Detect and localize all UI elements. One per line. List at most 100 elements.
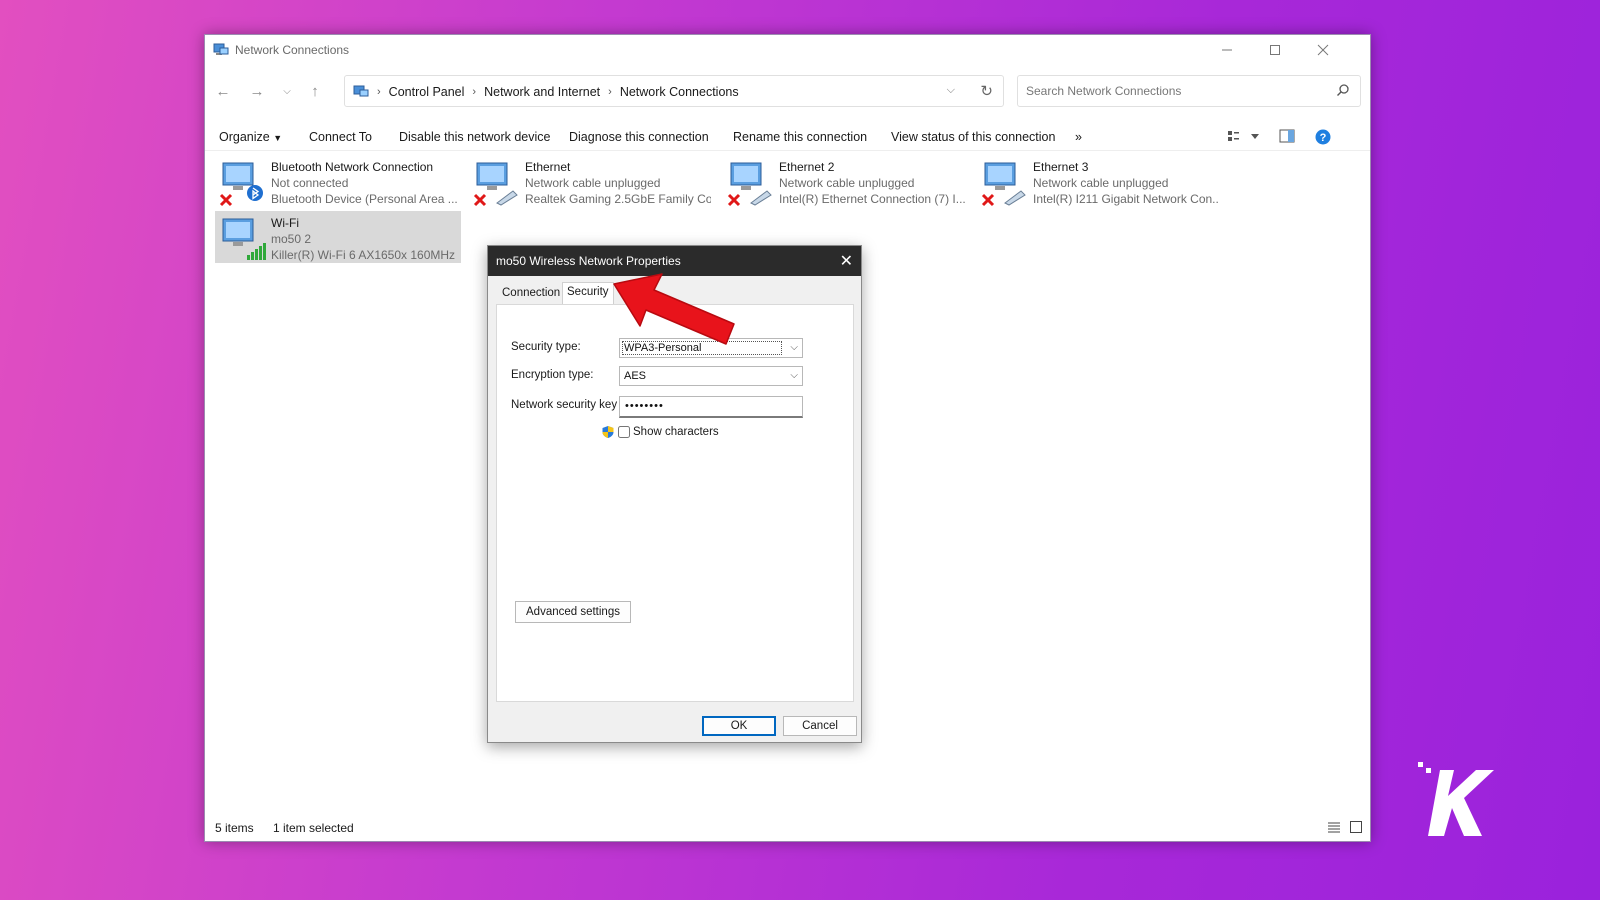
security-tab-panel: Security type: WPA3-Personal ⌵ Encryptio… [496,304,854,702]
connect-to-button[interactable]: Connect To [309,130,372,144]
connection-name: Ethernet 3 [1033,160,1089,174]
address-dropdown-button[interactable]: ⌵ [947,84,955,97]
maximize-button[interactable] [1253,39,1297,61]
connection-text: Wi-Fi mo50 2 Killer(R) Wi-Fi 6 AX1650x 1… [271,215,457,263]
encryption-type-select[interactable]: AES ⌵ [619,366,803,386]
connection-status: Network cable unplugged [779,176,915,190]
help-icon: ? [1315,129,1331,145]
disable-device-button[interactable]: Disable this network device [399,130,550,144]
breadcrumb-control-panel[interactable]: Control Panel [389,85,465,99]
large-icons-view-button[interactable] [1349,820,1363,837]
cancel-button[interactable]: Cancel [783,716,857,736]
refresh-icon: ↻ [980,83,993,100]
tab-security[interactable]: Security [562,282,614,305]
disconnected-x-icon [219,193,233,207]
show-characters-checkbox[interactable] [618,426,630,438]
change-view-button[interactable] [1227,129,1263,146]
svg-text:?: ? [1320,132,1327,144]
close-window-button[interactable] [1301,39,1345,61]
rename-button[interactable]: Rename this connection [733,130,867,144]
advanced-settings-button[interactable]: Advanced settings [515,601,631,623]
disconnected-x-icon [727,193,741,207]
connection-name: Bluetooth Network Connection [271,160,434,174]
security-type-label: Security type: [511,341,581,353]
ethernet-cable-icon [1004,190,1026,206]
arrow-up-icon: ↑ [311,82,319,100]
arrow-right-icon: → [249,82,265,100]
connection-status: mo50 2 [271,232,312,246]
search-input[interactable] [1026,83,1316,99]
encryption-type-label: Encryption type: [511,369,594,381]
breadcrumb: › Control Panel › Network and Internet ›… [353,84,739,100]
chevron-right-icon: › [377,86,381,98]
view-status-button[interactable]: View status of this connection [891,130,1055,144]
ethernet-cable-icon [750,190,772,206]
network-key-label: Network security key [511,399,618,411]
connection-text: Ethernet Network cable unplugged Realtek… [525,159,711,207]
large-icons-view-icon [1350,821,1362,833]
close-icon [1317,44,1329,56]
recent-locations-button[interactable]: ⌵ [275,81,299,101]
tab-connection[interactable]: Connection [498,284,564,304]
connection-device: Intel(R) Ethernet Connection (7) I... [779,192,965,206]
title-bar: Network Connections [205,35,1370,65]
more-commands-button[interactable]: » [1075,130,1082,144]
breadcrumb-network-and-internet[interactable]: Network and Internet [484,85,600,99]
organize-menu[interactable]: Organize ▼ [219,130,282,144]
connection-text: Bluetooth Network Connection Not connect… [271,159,457,207]
minimize-button[interactable] [1205,39,1249,61]
organize-label: Organize [219,130,270,144]
command-bar: Organize ▼ Connect To Disable this netwo… [205,123,1370,151]
connection-item-wifi[interactable]: Wi-Fi mo50 2 Killer(R) Wi-Fi 6 AX1650x 1… [215,211,461,263]
close-icon: ✕ [839,253,853,270]
address-row: ← → ⌵ ↑ › Control Panel › Network and In… [205,73,1370,109]
item-count: 5 items [215,821,254,835]
control-panel-icon [353,85,369,97]
connection-item-ethernet-3[interactable]: Ethernet 3 Network cable unplugged Intel… [977,155,1223,207]
connection-device: Bluetooth Device (Personal Area ... [271,192,457,206]
connection-item-bluetooth[interactable]: Bluetooth Network Connection Not connect… [215,155,461,207]
minimize-icon [1222,49,1232,51]
network-key-input[interactable]: •••••••• [619,396,803,418]
breadcrumb-network-connections[interactable]: Network Connections [620,85,739,99]
status-bar: 5 items 1 item selected [205,815,1370,841]
wifi-signal-icon [247,243,266,260]
network-adapter-icon [727,159,775,207]
back-button[interactable]: ← [211,81,235,101]
help-button[interactable]: ? [1315,129,1331,148]
connection-text: Ethernet 3 Network cable unplugged Intel… [1033,159,1219,207]
connection-name: Wi-Fi [271,216,299,230]
diagnose-button[interactable]: Diagnose this connection [569,130,709,144]
connection-name: Ethernet 2 [779,160,835,174]
preview-pane-icon [1279,129,1295,143]
connection-device: Realtek Gaming 2.5GbE Family Co... [525,192,711,206]
dialog-close-button[interactable]: ✕ [840,251,853,271]
ok-button[interactable]: OK [702,716,776,736]
encryption-type-value: AES [624,370,647,382]
dialog-title: mo50 Wireless Network Properties [496,254,681,268]
selection-count: 1 item selected [273,821,354,835]
details-view-icon [1328,822,1340,833]
connection-status: Network cable unplugged [1033,176,1169,190]
show-characters-row: Show characters [601,425,719,439]
preview-pane-button[interactable] [1279,129,1295,146]
search-icon[interactable] [1336,83,1350,100]
search-box [1017,75,1361,107]
connection-device: Killer(R) Wi-Fi 6 AX1650x 160MHz ... [271,248,457,262]
address-bar[interactable]: › Control Panel › Network and Internet ›… [344,75,1004,107]
red-arrow-annotation-icon [613,273,735,345]
view-options-icon [1228,131,1259,141]
network-connections-app-icon [213,42,229,61]
forward-button[interactable]: → [245,81,269,101]
up-button[interactable]: ↑ [303,81,327,101]
chevron-down-icon: ⌵ [790,342,798,353]
connection-item-ethernet[interactable]: Ethernet Network cable unplugged Realtek… [469,155,715,207]
connection-item-ethernet-2[interactable]: Ethernet 2 Network cable unplugged Intel… [723,155,969,207]
maximize-icon [1270,45,1280,55]
connection-status: Network cable unplugged [525,176,661,190]
caret-down-icon: ▼ [273,133,283,143]
details-view-button[interactable] [1327,820,1341,837]
uac-shield-icon [602,426,614,438]
refresh-button[interactable]: ↻ [980,82,993,100]
disconnected-x-icon [473,193,487,207]
